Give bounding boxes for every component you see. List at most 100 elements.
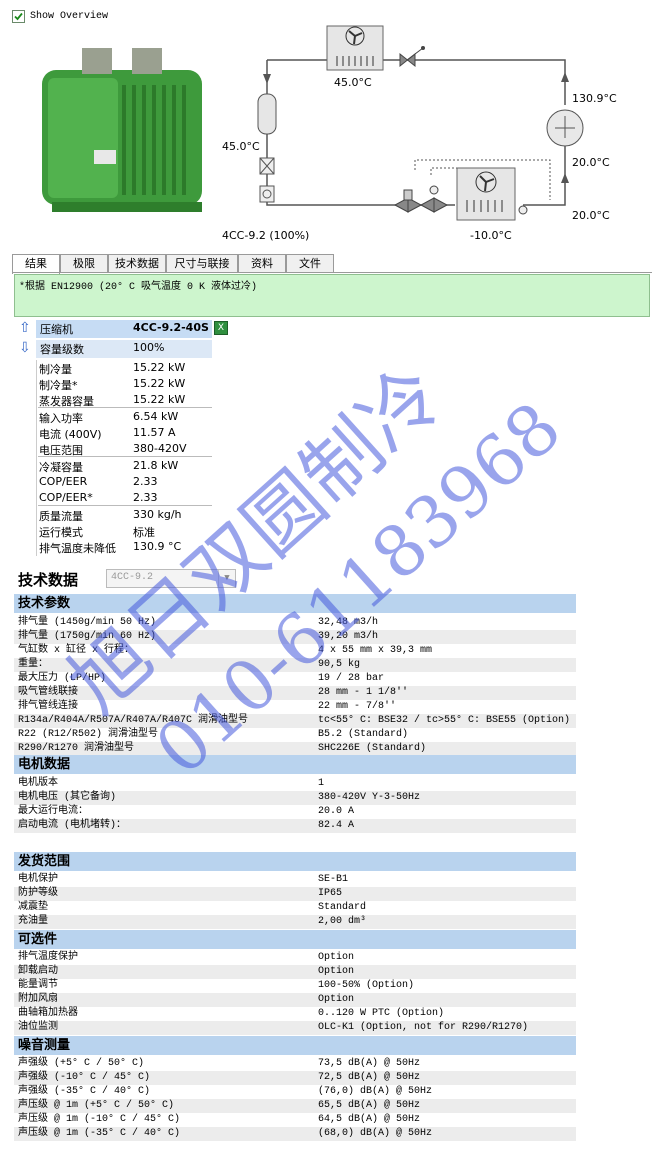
tab-divider — [12, 272, 652, 273]
result-row: 输入功率 6.54 kW — [38, 410, 212, 425]
compressor-model: 4CC-9.2-40S — [133, 321, 209, 334]
table-row: 防护等级 IP65 — [14, 887, 576, 901]
discharge-temp-label: 130.9°C — [572, 92, 617, 105]
row-value: Standard — [318, 902, 367, 913]
result-value: 6.54 kW — [133, 410, 179, 423]
techdata-title: 技术数据 — [18, 571, 79, 589]
receiver-icon — [257, 93, 277, 135]
result-row: 冷凝容量 21.8 kW — [38, 459, 212, 474]
section-header: 噪音测量 — [14, 1036, 576, 1055]
row-key: R290/R1270 润滑油型号 — [18, 743, 135, 754]
solenoid-valve-icon — [393, 189, 423, 213]
result-row: 电流 (400V) 11.57 A — [38, 426, 212, 441]
condition-note: *根据 EN12900 (20° C 吸气温度 0 K 液体过冷) — [14, 274, 650, 317]
suction-temp-label-1: 20.0°C — [572, 156, 610, 169]
row-value: IP65 — [318, 888, 343, 899]
row-key: 卸载启动 — [18, 966, 58, 977]
row-value: 1 — [318, 778, 325, 789]
row-value: 82.4 A — [318, 820, 355, 831]
section-header: 电机数据 — [14, 755, 576, 774]
liquid-temp-label: 45.0°C — [222, 140, 260, 153]
checkmark-icon — [14, 12, 23, 21]
table-row: 最大运行电流： 20.0 A — [14, 805, 576, 819]
row-value: (76,0) dB(A) @ 50Hz — [318, 1086, 433, 1097]
row-key: 声压级 @ 1m (-35° C / 40° C) — [18, 1128, 181, 1139]
tab-dimensions[interactable]: 尺寸与联接 — [166, 254, 238, 273]
excel-export-icon[interactable]: X — [214, 321, 228, 335]
tab-documents[interactable]: 资料 — [238, 254, 286, 273]
result-label: 电流 (400V) — [39, 428, 102, 441]
up-arrow-icon[interactable]: ⇧ — [19, 320, 31, 336]
results-vline — [36, 360, 37, 556]
sight-glass-icon — [259, 185, 275, 203]
row-key: 电机电压 (其它备询) — [18, 792, 117, 803]
result-label: 输入功率 — [39, 412, 83, 425]
table-row: 声强级 (-35° C / 40° C) (76,0) dB(A) @ 50Hz — [14, 1085, 576, 1099]
row-value: 72,5 dB(A) @ 50Hz — [318, 1072, 421, 1083]
row-key: 附加风扇 — [18, 994, 58, 1005]
row-value: 64,5 dB(A) @ 50Hz — [318, 1114, 421, 1125]
table-row: 电机版本 1 — [14, 777, 576, 791]
show-overview-label: Show Overview — [30, 11, 109, 22]
flow-arrow-icon — [561, 173, 569, 183]
expansion-valve-bottom-icon — [419, 185, 449, 213]
result-row: COP/EER 2.33 — [38, 475, 212, 490]
table-row: 排气温度保护 Option — [14, 951, 576, 965]
tab-files[interactable]: 文件 — [286, 254, 334, 273]
result-row: 制冷量 15.22 kW — [38, 361, 212, 376]
table-row: 充油量 2,00 dm³ — [14, 915, 576, 929]
row-value: 28 mm - 1 1/8'' — [318, 687, 409, 698]
row-key: 能量调节 — [18, 980, 58, 991]
row-key: 减震垫 — [18, 902, 48, 913]
result-label: COP/EER* — [39, 491, 93, 504]
row-key: 排气管线连接 — [18, 701, 78, 712]
tab-limits[interactable]: 极限 — [60, 254, 108, 273]
show-overview-checkbox[interactable] — [12, 10, 25, 23]
row-key: 声强级 (-10° C / 45° C) — [18, 1072, 151, 1083]
result-value: 15.22 kW — [133, 377, 186, 390]
table-row: 曲轴箱加热器 0..120 W PTC (Option) — [14, 1007, 576, 1021]
row-value: Option — [318, 994, 355, 1005]
table-row: 附加风扇 Option — [14, 993, 576, 1007]
table-row: 声强级 (+5° C / 50° C) 73,5 dB(A) @ 50Hz — [14, 1057, 576, 1071]
row-key: 排气温度保护 — [18, 952, 78, 963]
tab-results[interactable]: 结果 — [12, 254, 60, 274]
row-value: 2,00 dm³ — [318, 916, 367, 927]
result-row: 制冷量* 15.22 kW — [38, 377, 212, 392]
row-key: R22 (R12/R502) 润滑油型号 — [18, 729, 159, 740]
result-row: 电压范围 380-420V — [38, 442, 212, 457]
row-value: tc<55° C: BSE32 / tc>55° C: BSE55 (Optio… — [318, 715, 571, 726]
result-label: 制冷量 — [39, 363, 72, 376]
evaporator-temp-label: -10.0°C — [470, 229, 512, 242]
filter-dryer-icon — [259, 157, 275, 175]
condenser-temp-label: 45.0°C — [334, 76, 372, 89]
result-row: 蒸发器容量 15.22 kW — [38, 393, 212, 408]
tab-bar: 结果 极限 技术数据 尺寸与联接 资料 文件 — [12, 254, 334, 274]
result-label: 冷凝容量 — [39, 461, 83, 474]
capacity-step-value: 100% — [133, 341, 165, 354]
result-row: COP/EER* 2.33 — [38, 491, 212, 506]
results-divider — [38, 456, 212, 457]
result-value: 15.22 kW — [133, 393, 186, 406]
down-arrow-icon[interactable]: ⇩ — [19, 340, 31, 356]
row-value: 0..120 W PTC (Option) — [318, 1008, 445, 1019]
row-key: 防护等级 — [18, 888, 58, 899]
condenser-icon — [326, 25, 384, 71]
table-row: 油位监测 OLC-K1 (Option, not for R290/R1270) — [14, 1021, 576, 1035]
table-row: 卸载启动 Option — [14, 965, 576, 979]
row-key: 重量： — [18, 659, 48, 670]
section-header: 可选件 — [14, 930, 576, 949]
result-value: 330 kg/h — [133, 508, 182, 521]
row-value: OLC-K1 (Option, not for R290/R1270) — [318, 1022, 529, 1033]
table-row: 减震垫 Standard — [14, 901, 576, 915]
row-value: 65,5 dB(A) @ 50Hz — [318, 1100, 421, 1111]
flow-arrow-icon — [263, 74, 271, 84]
tab-tech-data[interactable]: 技术数据 — [108, 254, 166, 273]
evaporator-icon — [456, 167, 528, 221]
row-key: 电机版本 — [18, 778, 58, 789]
table-row: R22 (R12/R502) 润滑油型号 B5.2 (Standard) — [14, 728, 576, 742]
row-key: 声压级 @ 1m (+5° C / 50° C) — [18, 1100, 175, 1111]
table-row: 电机保护 SE-B1 — [14, 873, 576, 887]
table-row: R290/R1270 润滑油型号 SHC226E (Standard) — [14, 742, 576, 756]
result-value: 2.33 — [133, 475, 158, 488]
